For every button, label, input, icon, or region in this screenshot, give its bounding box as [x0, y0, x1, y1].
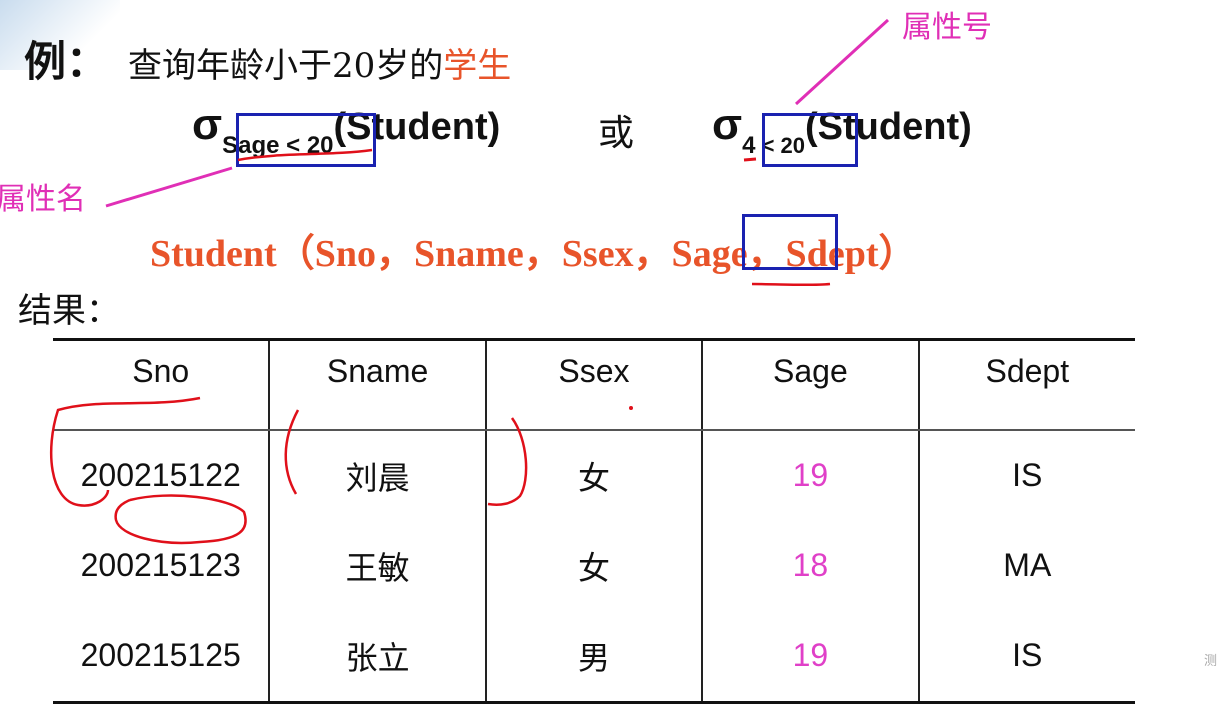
table-row: 200215123 王敏 女 18 MA	[53, 520, 1135, 611]
example-label: 例：	[24, 37, 109, 86]
watermark-text: 测	[1204, 654, 1218, 669]
cell-sname: 张立	[268, 610, 486, 704]
table-header-row: Sno Sname Ssex Sage Sdept	[53, 338, 1135, 431]
attribute-highlight-box	[742, 214, 838, 270]
question-text: 查询年龄小于20岁的	[128, 46, 444, 86]
table-row: 200215125 张立 男 19 IS	[53, 610, 1135, 704]
pen-underline	[743, 157, 757, 162]
cell-sdept: IS	[917, 429, 1135, 521]
cell-sno: 200215123	[80, 547, 241, 583]
cell-sage: 18	[701, 520, 919, 611]
cell-sname: 王敏	[268, 520, 486, 611]
annotation-attribute-number: 属性号	[902, 10, 992, 45]
column-header: Sname	[268, 338, 486, 431]
column-header: Ssex	[484, 338, 703, 431]
cell-ssex: 女	[484, 520, 703, 611]
result-table: Sno Sname Ssex Sage Sdept 200215122 刘晨 女…	[53, 338, 1135, 704]
cell-sname: 刘晨	[268, 429, 486, 521]
question-highlight: 学生	[443, 46, 512, 86]
annotation-attribute-name: 属性名	[0, 182, 86, 217]
cell-sage: 19	[701, 610, 919, 704]
table-row: 200215122 刘晨 女 19 IS	[53, 429, 1135, 521]
cell-sdept: IS	[917, 610, 1135, 704]
example-question: 查询年龄小于20岁的学生	[128, 38, 511, 87]
column-header: Sno	[53, 338, 270, 431]
cell-sage: 19	[701, 429, 919, 521]
pointer-line-attr-number	[794, 18, 890, 106]
sigma-symbol: σ	[712, 100, 743, 149]
column-header: Sdept	[917, 338, 1135, 431]
result-label: 结果：	[18, 291, 120, 331]
pointer-line-attr-name	[105, 166, 233, 208]
pen-underline	[751, 282, 831, 287]
cell-sno: 200215125	[53, 610, 270, 704]
condition-highlight-box	[762, 113, 858, 167]
attribute-index: 4	[742, 132, 756, 159]
cell-sno: 200215122	[80, 457, 241, 493]
cell-ssex: 男	[484, 610, 703, 704]
cell-ssex: 女	[484, 429, 703, 521]
condition-highlight-box	[236, 113, 376, 167]
column-header: Sage	[701, 338, 919, 431]
sigma-symbol: σ	[192, 100, 223, 149]
cell-sdept: MA	[917, 520, 1135, 611]
or-text: 或	[598, 113, 635, 154]
